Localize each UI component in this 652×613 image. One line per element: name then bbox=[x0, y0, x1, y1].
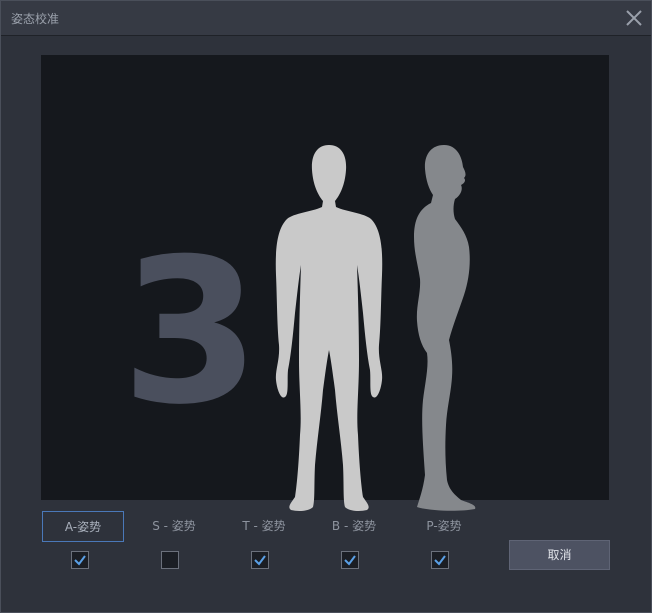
front-body-figure bbox=[275, 145, 383, 511]
pose-label-t[interactable]: T - 姿势 bbox=[223, 511, 305, 542]
checkmark-icon bbox=[344, 555, 356, 566]
cancel-button[interactable]: 取消 bbox=[509, 540, 610, 570]
window-title: 姿态校准 bbox=[11, 12, 60, 26]
checkmark-icon bbox=[434, 555, 446, 566]
countdown-number: 3 bbox=[121, 216, 261, 449]
pose-label-a[interactable]: A-姿势 bbox=[42, 511, 124, 542]
close-icon[interactable] bbox=[625, 9, 643, 27]
checkmark-icon bbox=[74, 555, 86, 566]
pose-checkbox-b[interactable] bbox=[341, 551, 359, 569]
pose-checkbox-p[interactable] bbox=[431, 551, 449, 569]
pose-preview-panel: 3 bbox=[41, 55, 609, 511]
pose-checkbox-s[interactable] bbox=[161, 551, 179, 569]
side-body-figure bbox=[414, 145, 476, 511]
pose-checkbox-t[interactable] bbox=[251, 551, 269, 569]
pose-label-p[interactable]: P-姿势 bbox=[403, 511, 485, 542]
pose-checkbox-a[interactable] bbox=[71, 551, 89, 569]
title-bar: 姿态校准 bbox=[1, 1, 651, 36]
pose-label-s[interactable]: S - 姿势 bbox=[133, 511, 215, 542]
pose-label-b[interactable]: B - 姿势 bbox=[313, 511, 395, 542]
checkmark-icon bbox=[254, 555, 266, 566]
